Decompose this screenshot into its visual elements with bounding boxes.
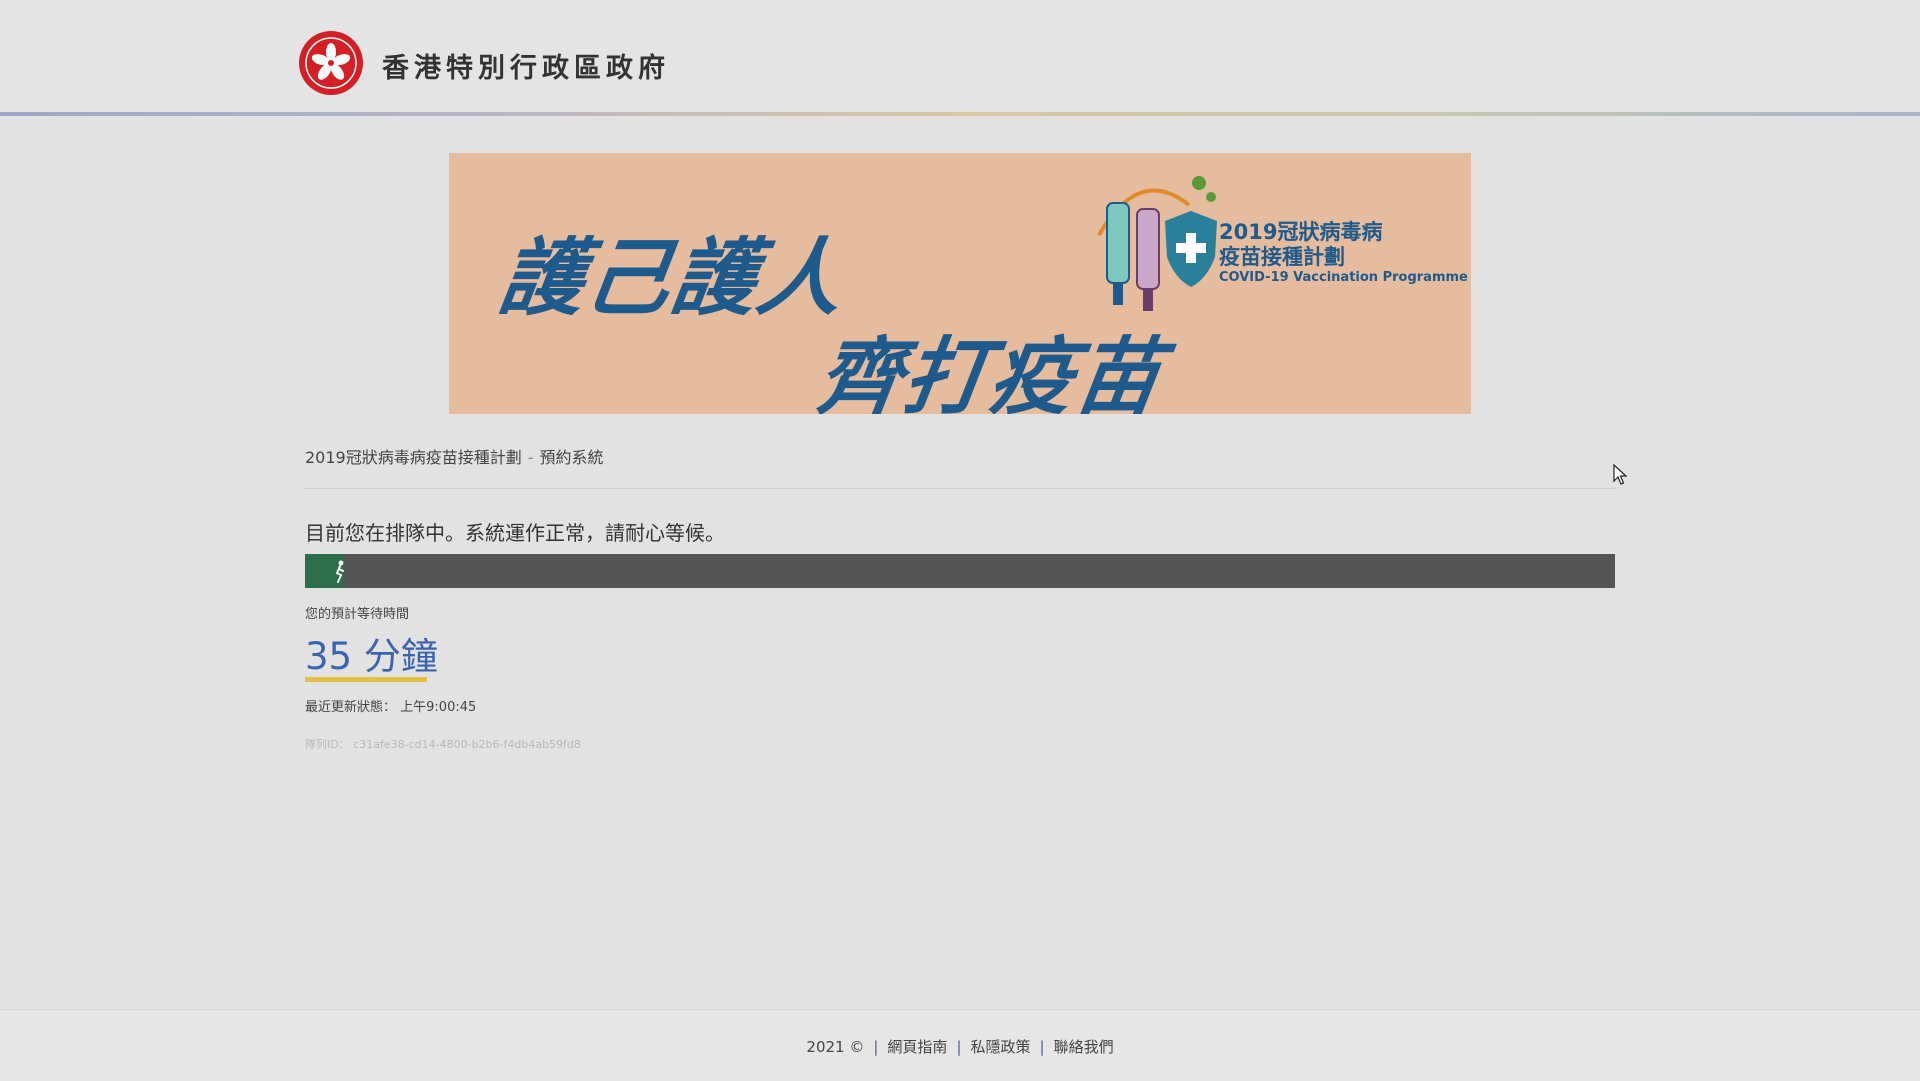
- runner-icon: [335, 560, 344, 583]
- banner-slogan-line2: 齊打疫苗: [811, 328, 1169, 414]
- queue-progress-fill: [305, 554, 345, 588]
- queue-id-label: 隊列ID：: [305, 738, 350, 751]
- footer-separator: |: [956, 1038, 962, 1056]
- estimated-wait-value: 35 分鐘: [305, 635, 438, 678]
- last-updated-status: 最近更新狀態： 上午9:00:45: [305, 696, 476, 715]
- section-divider: [305, 488, 1615, 489]
- footer-separator: |: [873, 1038, 879, 1056]
- breadcrumb: 2019冠狀病毒病疫苗接種計劃 - 預約系統: [305, 444, 604, 468]
- mouse-pointer-icon: [1613, 464, 1628, 485]
- vaccination-banner: 護己護人 齊打疫苗 2019冠狀病毒病 疫苗接種計劃 COVID-19 Vacc…: [449, 153, 1471, 414]
- programme-title-zh-2: 疫苗接種計劃: [1219, 245, 1345, 269]
- vaccine-mascot-icon: [1097, 176, 1217, 311]
- banner-slogan-line1: 護己護人: [493, 229, 851, 327]
- footer-link-contact-us[interactable]: 聯絡我們: [1054, 1038, 1114, 1056]
- site-header: 香港特別行政區政府: [0, 0, 1920, 116]
- breadcrumb-separator: -: [527, 448, 534, 467]
- queue-id: 隊列ID： c31afe38-cd14-4800-b2b6-f4db4ab59f…: [305, 736, 581, 752]
- queue-id-value: c31afe38-cd14-4800-b2b6-f4db4ab59fd8: [353, 738, 581, 751]
- header-divider: [0, 112, 1920, 116]
- footer-copyright: 2021 ©: [806, 1038, 865, 1056]
- queue-progress-bar: [305, 554, 1615, 588]
- estimated-wait-label: 您的預計等待時間: [305, 607, 410, 622]
- breadcrumb-item-booking: 預約系統: [539, 448, 604, 467]
- footer-link-privacy-policy[interactable]: 私隱政策: [971, 1038, 1031, 1056]
- programme-title-en: COVID-19 Vaccination Programme: [1219, 270, 1468, 285]
- breadcrumb-item-programme[interactable]: 2019冠狀病毒病疫苗接種計劃: [305, 448, 522, 467]
- last-updated-label: 最近更新狀態：: [305, 700, 397, 715]
- last-updated-value: 上午9:00:45: [400, 700, 477, 715]
- footer-separator: |: [1039, 1038, 1045, 1056]
- footer-link-site-guide[interactable]: 網頁指南: [887, 1038, 947, 1056]
- government-title: 香港特別行政區政府: [382, 53, 670, 84]
- site-footer: 2021 © | 網頁指南 | 私隱政策 | 聯絡我們: [0, 1009, 1920, 1081]
- wait-value-underline: [305, 677, 427, 682]
- queue-status-message: 目前您在排隊中。系統運作正常，請耐心等候。: [305, 521, 725, 545]
- hksar-emblem-icon: [299, 31, 363, 95]
- footer-links: 2021 © | 網頁指南 | 私隱政策 | 聯絡我們: [0, 1036, 1920, 1057]
